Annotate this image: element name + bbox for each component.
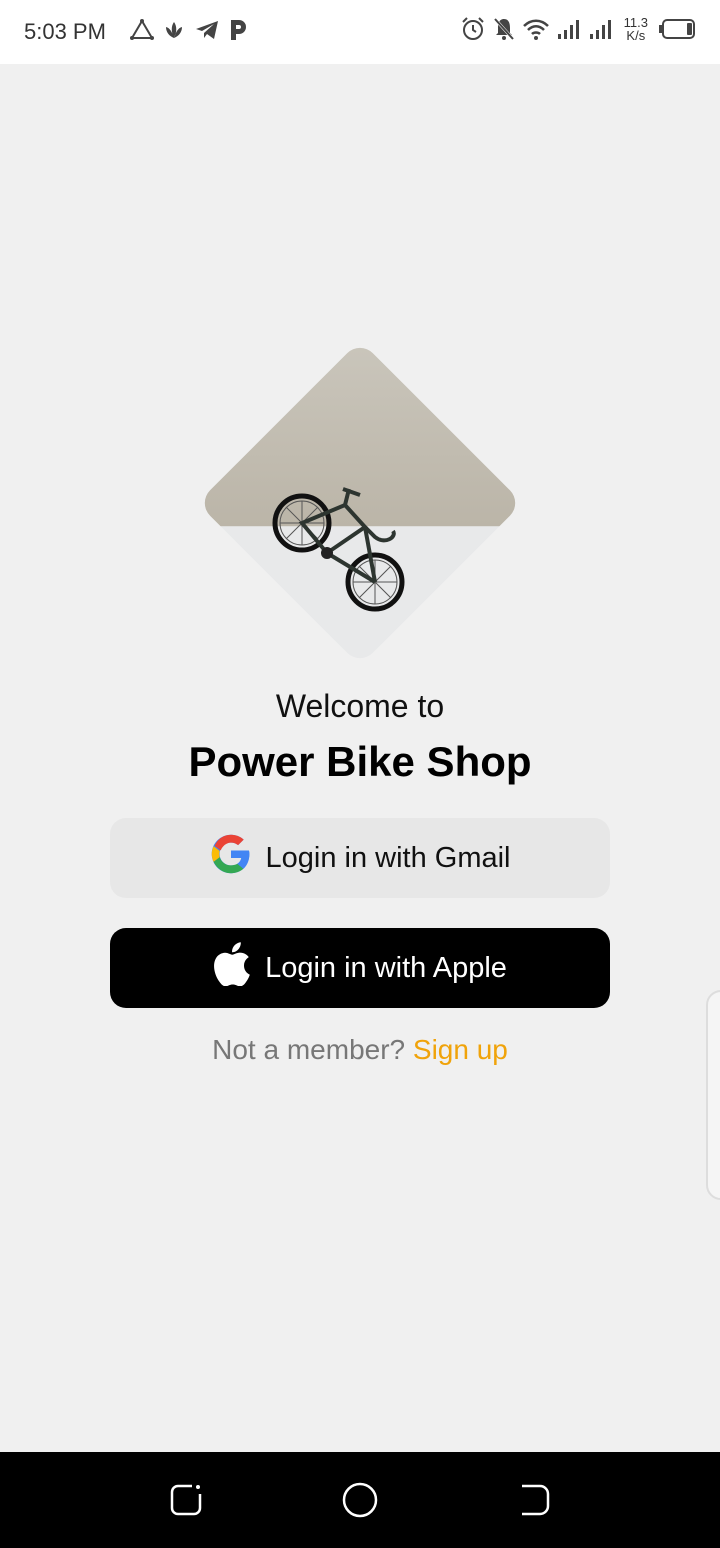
home-icon (341, 1481, 379, 1524)
google-icon (210, 833, 252, 883)
status-time: 5:03 PM (24, 19, 106, 44)
triangle-app-icon (130, 18, 154, 42)
wifi-icon (522, 17, 550, 41)
lotus-app-icon (162, 18, 186, 42)
login-apple-label: Login in with Apple (265, 951, 507, 984)
status-right-icons: 11.3 K/s (460, 16, 696, 42)
edge-panel-handle[interactable] (706, 990, 720, 1200)
battery-icon (658, 18, 696, 40)
welcome-text: Welcome to (275, 688, 445, 724)
p-app-icon (228, 18, 248, 42)
net-speed-unit: K/s (626, 28, 646, 43)
login-apple-button[interactable]: Login in with Apple (110, 928, 610, 1008)
home-button[interactable] (340, 1482, 380, 1522)
alarm-icon (460, 16, 486, 42)
back-button[interactable] (514, 1482, 554, 1522)
signup-prompt: Not a member? (212, 1034, 406, 1065)
status-bar: 5:03 PM 11.3 K/s (0, 0, 720, 64)
recent-apps-button[interactable] (166, 1482, 206, 1522)
shop-title: Power Bike Shop (188, 738, 532, 785)
signup-link[interactable]: Sign up (413, 1034, 508, 1065)
login-gmail-button[interactable]: Login in with Gmail (110, 818, 610, 898)
signal-icon (556, 17, 582, 41)
signup-row: Not a member? Sign up (0, 1034, 720, 1066)
apple-icon (213, 942, 251, 994)
navigation-bar (0, 1452, 720, 1548)
bicycle-illustration (272, 487, 405, 612)
recent-apps-icon (168, 1482, 204, 1523)
signal-icon (588, 17, 614, 41)
net-speed: 11.3 K/s (624, 16, 648, 42)
login-gmail-label: Login in with Gmail (265, 841, 511, 874)
back-icon (516, 1482, 552, 1523)
status-left-icons (130, 18, 248, 42)
mute-icon (492, 16, 516, 42)
telegram-icon (194, 18, 220, 42)
